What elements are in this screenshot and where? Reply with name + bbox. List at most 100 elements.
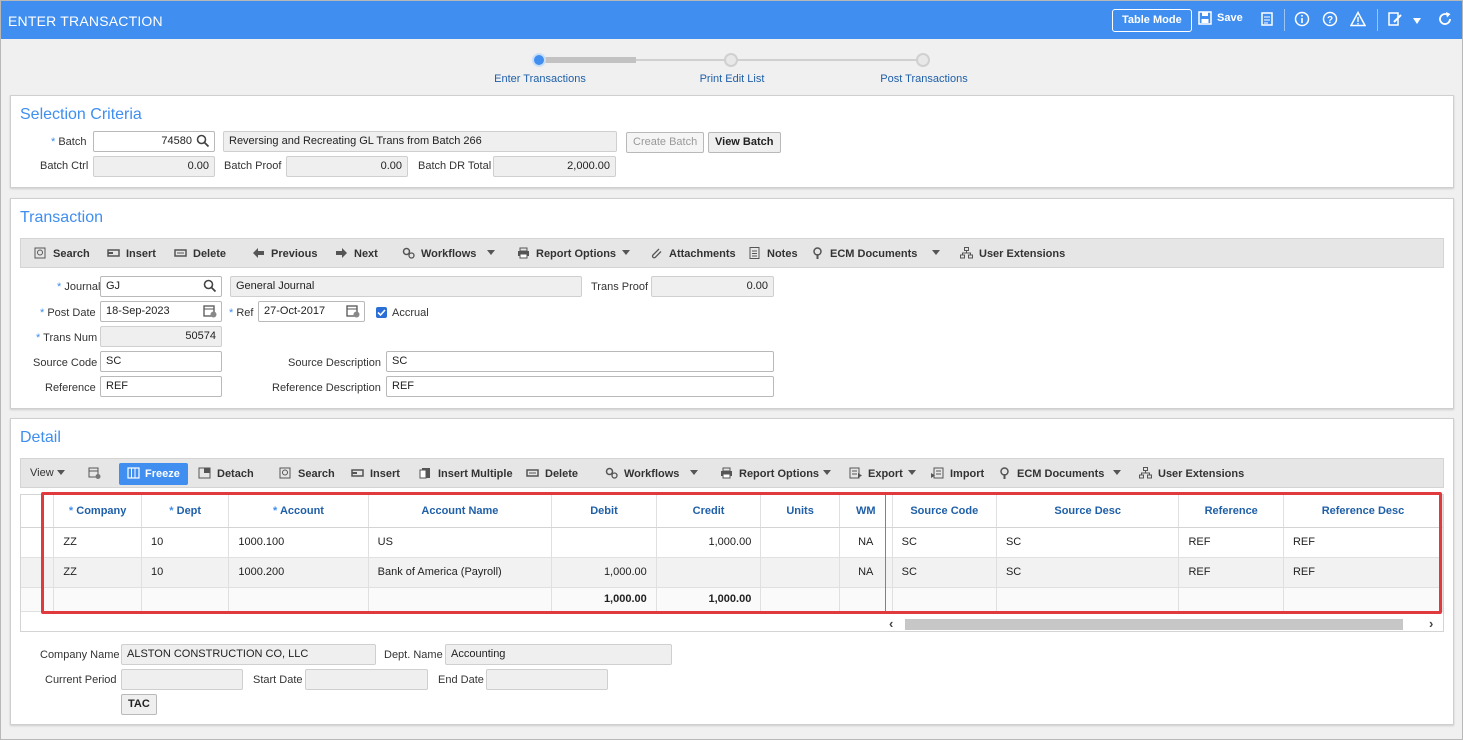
- reference-input[interactable]: REF: [100, 376, 222, 397]
- scrollbar-thumb[interactable]: [905, 619, 1403, 630]
- detail-workflows-button[interactable]: Workflows: [605, 467, 679, 480]
- source-description-label: Source Description: [288, 357, 381, 369]
- printer-icon: [518, 247, 529, 259]
- journal-input[interactable]: GJ: [100, 276, 222, 297]
- transaction-panel: Transaction Search Insert Delete Previou…: [10, 198, 1454, 409]
- detach-icon: [198, 467, 211, 479]
- detail-search-button[interactable]: Search: [279, 467, 335, 480]
- company-name-label: Company Name: [40, 649, 120, 661]
- edit-icon[interactable]: [1387, 11, 1405, 29]
- chevron-down-icon: [908, 470, 916, 475]
- step-label-enter-transactions[interactable]: Enter Transactions: [494, 73, 586, 85]
- step-progress-fill: [539, 57, 636, 63]
- refresh-icon[interactable]: [1437, 11, 1455, 29]
- ecm-documents-button[interactable]: ECM Documents: [811, 247, 917, 260]
- accrual-checkbox[interactable]: [376, 307, 387, 318]
- import-button[interactable]: Import: [931, 467, 984, 480]
- detail-ecm-documents-button[interactable]: ECM Documents: [998, 467, 1104, 480]
- insert-multiple-button[interactable]: Insert Multiple: [419, 467, 513, 480]
- chevron-down-icon[interactable]: [1412, 16, 1430, 34]
- batch-input[interactable]: 74580: [93, 131, 215, 152]
- ecm-documents-dropdown[interactable]: [932, 247, 940, 259]
- search-icon[interactable]: [203, 279, 217, 293]
- page-title: ENTER TRANSACTION: [8, 13, 163, 29]
- detail-insert-button[interactable]: Insert: [351, 467, 400, 480]
- scroll-left-icon[interactable]: ‹: [889, 616, 893, 631]
- help-icon[interactable]: ?: [1322, 11, 1340, 29]
- report-icon[interactable]: [1259, 11, 1277, 29]
- step-dot-post-transactions[interactable]: [916, 53, 930, 67]
- ref-date-input[interactable]: 27-Oct-2017: [258, 301, 365, 322]
- insert-button[interactable]: Insert: [107, 247, 156, 260]
- save-icon[interactable]: [1198, 11, 1216, 29]
- trans-num-field: 50574: [100, 326, 222, 347]
- batch-proof-label: Batch Proof: [224, 160, 282, 172]
- reference-label: Reference: [45, 382, 96, 394]
- step-dot-print-edit-list[interactable]: [724, 53, 738, 67]
- source-description-input[interactable]: SC: [386, 351, 774, 372]
- workflows-button[interactable]: Workflows: [402, 247, 476, 260]
- end-date-label: End Date: [438, 674, 484, 686]
- chevron-down-icon: [56, 470, 65, 475]
- batch-label: * Batch: [51, 136, 87, 148]
- warning-icon[interactable]: [1349, 10, 1368, 29]
- hierarchy-icon: [1139, 467, 1152, 479]
- export-dropdown[interactable]: [908, 467, 916, 479]
- chevron-down-icon: [690, 470, 698, 475]
- step-dot-enter-transactions[interactable]: [532, 53, 546, 67]
- tac-button[interactable]: TAC: [121, 694, 157, 715]
- calendar-icon[interactable]: [346, 304, 360, 318]
- grid-settings-button[interactable]: [88, 467, 107, 480]
- export-icon: [849, 467, 862, 479]
- report-options-dropdown[interactable]: [622, 247, 630, 259]
- chevron-down-icon: [932, 250, 940, 255]
- toolbar-divider: [1377, 9, 1378, 31]
- freeze-button[interactable]: Freeze: [119, 463, 188, 485]
- report-options-button[interactable]: Report Options: [517, 247, 616, 260]
- search-button[interactable]: Search: [34, 247, 90, 260]
- detail-user-extensions-button[interactable]: User Extensions: [1139, 467, 1244, 480]
- export-button[interactable]: Export: [849, 467, 903, 480]
- search-icon[interactable]: [196, 134, 210, 148]
- detail-workflows-dropdown[interactable]: [690, 467, 698, 479]
- chevron-down-icon: [487, 250, 495, 255]
- detail-delete-button[interactable]: Delete: [526, 467, 578, 480]
- chevron-down-icon: [823, 470, 831, 475]
- batch-description: Reversing and Recreating GL Trans from B…: [223, 131, 617, 152]
- detail-ecm-documents-dropdown[interactable]: [1113, 467, 1121, 479]
- ecm-icon: [813, 247, 822, 259]
- delete-button[interactable]: Delete: [174, 247, 226, 260]
- step-label-print-edit-list[interactable]: Print Edit List: [700, 73, 765, 85]
- save-button[interactable]: Save: [1217, 12, 1243, 24]
- attachments-button[interactable]: Attachments: [650, 247, 736, 260]
- table-mode-button[interactable]: Table Mode: [1112, 9, 1192, 32]
- step-progress-track: [636, 59, 924, 61]
- view-menu[interactable]: View: [30, 467, 65, 479]
- source-code-label: Source Code: [33, 357, 98, 369]
- info-icon[interactable]: [1294, 11, 1312, 29]
- scroll-right-icon[interactable]: ›: [1429, 616, 1433, 631]
- start-date-field: [305, 669, 428, 690]
- gear-icon: [402, 247, 415, 259]
- post-date-input[interactable]: 18-Sep-2023: [100, 301, 222, 322]
- reference-description-input[interactable]: REF: [386, 376, 774, 397]
- view-batch-button[interactable]: View Batch: [708, 132, 781, 153]
- next-button[interactable]: Next: [335, 247, 378, 260]
- post-date-label: * Post Date: [40, 307, 96, 319]
- search-icon: [279, 467, 291, 479]
- detail-report-options-dropdown[interactable]: [823, 467, 831, 479]
- detach-button[interactable]: Detach: [198, 467, 254, 480]
- source-code-input[interactable]: SC: [100, 351, 222, 372]
- start-date-label: Start Date: [253, 674, 303, 686]
- detail-report-options-button[interactable]: Report Options: [720, 467, 819, 480]
- user-extensions-button[interactable]: User Extensions: [960, 247, 1065, 260]
- previous-button[interactable]: Previous: [252, 247, 317, 260]
- create-batch-button[interactable]: Create Batch: [626, 132, 705, 153]
- notes-button[interactable]: Notes: [748, 247, 798, 260]
- calendar-icon[interactable]: [203, 304, 217, 318]
- grid-settings-icon: [88, 467, 101, 479]
- step-label-post-transactions[interactable]: Post Transactions: [880, 73, 967, 85]
- horizontal-scrollbar[interactable]: ‹ ›: [885, 616, 1443, 631]
- title-bar: ENTER TRANSACTION Table Mode Save ?: [1, 1, 1462, 39]
- workflows-dropdown[interactable]: [487, 247, 495, 259]
